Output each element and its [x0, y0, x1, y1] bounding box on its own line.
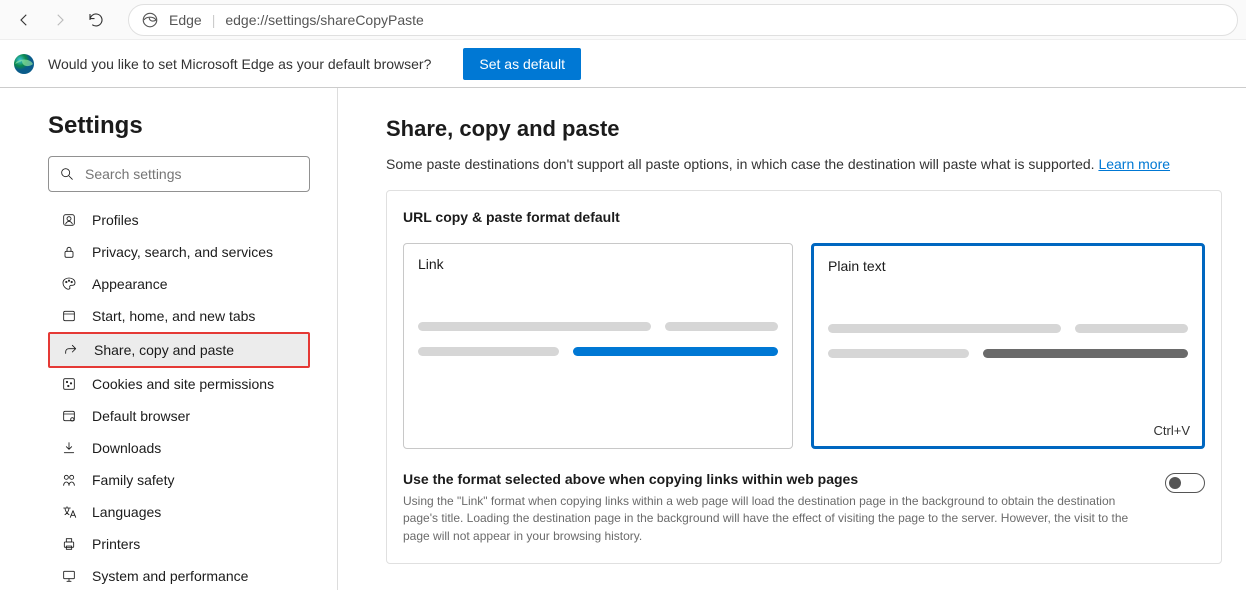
sidebar-item-label: Profiles	[92, 212, 139, 228]
languages-icon	[60, 503, 78, 521]
refresh-button[interactable]	[80, 4, 112, 36]
family-icon	[60, 471, 78, 489]
sidebar-item-label: System and performance	[92, 568, 248, 584]
copy-links-setting: Use the format selected above when copyi…	[403, 471, 1205, 545]
sidebar-item-cookies[interactable]: Cookies and site permissions	[48, 368, 310, 400]
browser-toolbar: Edge | edge://settings/shareCopyPaste	[0, 0, 1246, 40]
sidebar-item-printers[interactable]: Printers	[48, 528, 310, 560]
back-button[interactable]	[8, 4, 40, 36]
sidebar-item-appearance[interactable]: Appearance	[48, 268, 310, 300]
sidebar-item-system[interactable]: System and performance	[48, 560, 310, 592]
sidebar-item-default-browser[interactable]: Default browser	[48, 400, 310, 432]
sidebar-item-start[interactable]: Start, home, and new tabs	[48, 300, 310, 332]
plain-preview-graphic	[828, 324, 1188, 358]
sidebar-item-label: Family safety	[92, 472, 174, 488]
sidebar-item-label: Appearance	[92, 276, 168, 292]
sidebar-item-profiles[interactable]: Profiles	[48, 204, 310, 236]
sidebar-item-privacy[interactable]: Privacy, search, and services	[48, 236, 310, 268]
sidebar-item-share[interactable]: Share, copy and paste	[48, 332, 310, 368]
settings-content: Share, copy and paste Some paste destina…	[338, 88, 1246, 590]
sidebar-item-label: Start, home, and new tabs	[92, 308, 255, 324]
sidebar-item-label: Downloads	[92, 440, 161, 456]
cookies-icon	[60, 375, 78, 393]
default-browser-banner: Would you like to set Microsoft Edge as …	[0, 40, 1246, 88]
appearance-icon	[60, 275, 78, 293]
copy-links-toggle[interactable]	[1165, 473, 1205, 493]
option-link[interactable]: Link	[403, 243, 793, 449]
sidebar-item-label: Share, copy and paste	[94, 342, 234, 358]
address-bar[interactable]: Edge | edge://settings/shareCopyPaste	[128, 4, 1238, 36]
settings-card: URL copy & paste format default Link Pla…	[386, 190, 1222, 564]
toggle-knob	[1169, 477, 1181, 489]
settings-sidebar: Settings Profiles Privacy, search, and s…	[0, 88, 338, 590]
setting-title: Use the format selected above when copyi…	[403, 471, 1149, 487]
shortcut-label: Ctrl+V	[1154, 423, 1190, 438]
printer-icon	[60, 535, 78, 553]
link-preview-graphic	[418, 322, 778, 356]
set-default-button[interactable]: Set as default	[463, 48, 581, 80]
sidebar-item-downloads[interactable]: Downloads	[48, 432, 310, 464]
option-plain-text[interactable]: Plain text Ctrl+V	[811, 243, 1205, 449]
setting-description: Using the "Link" format when copying lin…	[403, 493, 1149, 545]
option-plain-title: Plain text	[828, 258, 1188, 274]
sidebar-item-label: Languages	[92, 504, 161, 520]
learn-more-link[interactable]: Learn more	[1098, 156, 1170, 172]
share-icon	[62, 341, 80, 359]
sidebar-item-label: Privacy, search, and services	[92, 244, 273, 260]
page-heading: Share, copy and paste	[386, 116, 1222, 142]
lock-icon	[60, 243, 78, 261]
settings-title: Settings	[48, 112, 337, 140]
profiles-icon	[60, 211, 78, 229]
forward-button[interactable]	[44, 4, 76, 36]
search-input[interactable]	[85, 166, 299, 182]
browser-icon	[60, 407, 78, 425]
card-section-title: URL copy & paste format default	[403, 209, 1205, 225]
address-url: edge://settings/shareCopyPaste	[225, 12, 423, 28]
sidebar-item-label: Printers	[92, 536, 140, 552]
download-icon	[60, 439, 78, 457]
sidebar-item-family[interactable]: Family safety	[48, 464, 310, 496]
sidebar-item-label: Cookies and site permissions	[92, 376, 274, 392]
option-link-title: Link	[418, 256, 778, 272]
sidebar-item-label: Default browser	[92, 408, 190, 424]
banner-text: Would you like to set Microsoft Edge as …	[48, 56, 431, 72]
address-source-label: Edge	[169, 12, 202, 28]
page-subtitle: Some paste destinations don't support al…	[386, 156, 1222, 172]
edge-icon	[141, 11, 159, 29]
address-divider: |	[212, 12, 216, 28]
edge-logo-icon	[12, 52, 36, 76]
sidebar-item-languages[interactable]: Languages	[48, 496, 310, 528]
system-icon	[60, 567, 78, 585]
search-settings-box[interactable]	[48, 156, 310, 192]
search-icon	[59, 166, 75, 182]
window-icon	[60, 307, 78, 325]
